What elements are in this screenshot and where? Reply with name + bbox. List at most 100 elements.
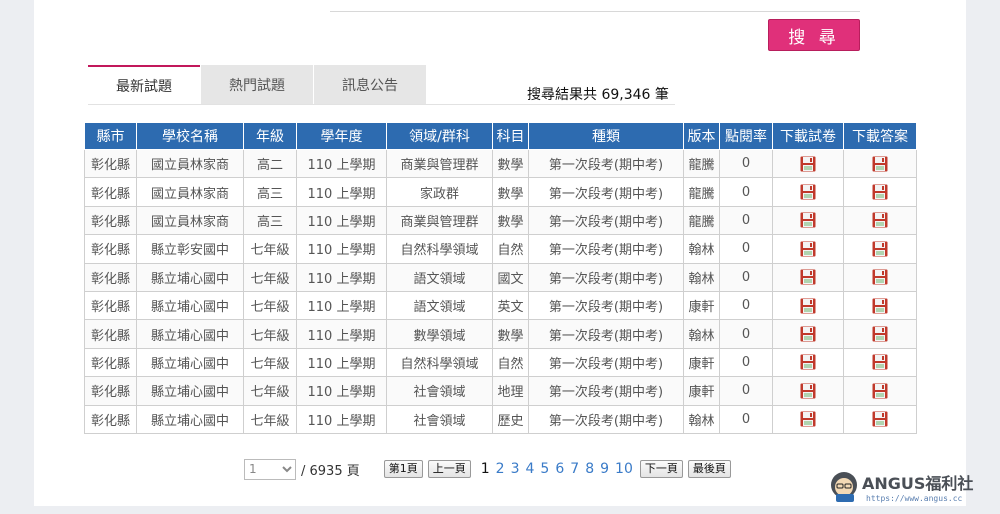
download-answer-cell [843, 376, 917, 406]
download-answer-icon[interactable] [872, 354, 888, 370]
grade-cell: 高二 [243, 148, 297, 179]
first-page-button[interactable]: 第1頁 [383, 460, 423, 478]
views-cell: 0 [719, 404, 773, 434]
school-cell: 縣立彰安國中 [136, 234, 244, 264]
edition-cell: 康軒 [683, 347, 720, 378]
download-answer-icon[interactable] [872, 269, 888, 285]
download-answer-cell [843, 177, 917, 207]
download-answer-cell [843, 347, 917, 378]
download-answer-icon[interactable] [872, 184, 888, 200]
download-answer-icon[interactable] [872, 156, 888, 172]
column-header-year: 學年度 [296, 122, 387, 150]
field-cell: 自然科學領域 [386, 347, 493, 378]
grade-cell: 七年級 [243, 319, 297, 349]
table-row: 彰化縣 國立員林家商 高三 110 上學期 家政群 數學 第一次段考(期中考) 龍騰 0 [84, 177, 917, 207]
download-exam-icon[interactable] [800, 326, 816, 342]
column-header-type: 種類 [528, 122, 684, 150]
column-header-grade: 年級 [243, 122, 297, 150]
school-cell: 縣立埔心國中 [136, 347, 244, 378]
tab-announcements[interactable]: 訊息公告 [314, 65, 426, 105]
subject-cell: 地理 [492, 376, 529, 406]
grade-cell: 高三 [243, 205, 297, 236]
download-answer-icon[interactable] [872, 326, 888, 342]
download-answer-cell [843, 290, 917, 321]
download-exam-cell [772, 177, 844, 207]
grade-cell: 七年級 [243, 376, 297, 406]
field-cell: 社會領域 [386, 404, 493, 434]
download-exam-icon[interactable] [800, 383, 816, 399]
pagination: 1 / 6935 頁 第1頁 上一頁 1 2 3 4 5 6 7 8 9 10 下一頁 最後頁 [244, 458, 736, 480]
type-cell: 第一次段考(期中考) [528, 148, 684, 179]
page-link-5[interactable]: 5 [540, 461, 549, 477]
next-page-button[interactable]: 下一頁 [639, 460, 683, 478]
download-answer-icon[interactable] [872, 298, 888, 314]
field-cell: 家政群 [386, 177, 493, 207]
download-answer-cell [843, 148, 917, 179]
year-cell: 110 上學期 [296, 205, 387, 236]
download-exam-icon[interactable] [800, 212, 816, 228]
page-link-2[interactable]: 2 [496, 461, 505, 477]
download-answer-icon[interactable] [872, 411, 888, 427]
download-exam-cell [772, 376, 844, 406]
subject-cell: 數學 [492, 148, 529, 179]
download-exam-icon[interactable] [800, 354, 816, 370]
views-cell: 0 [719, 177, 773, 207]
page-link-10[interactable]: 10 [615, 461, 633, 477]
page-link-3[interactable]: 3 [511, 461, 520, 477]
school-cell: 縣立埔心國中 [136, 290, 244, 321]
subject-cell: 自然 [492, 234, 529, 264]
school-cell: 縣立埔心國中 [136, 262, 244, 292]
download-exam-icon[interactable] [800, 411, 816, 427]
page-link-6[interactable]: 6 [555, 461, 564, 477]
download-exam-icon[interactable] [800, 156, 816, 172]
edition-cell: 康軒 [683, 290, 720, 321]
type-cell: 第一次段考(期中考) [528, 234, 684, 264]
column-header-county: 縣市 [84, 122, 137, 150]
views-cell: 0 [719, 290, 773, 321]
result-count: 搜尋結果共 69,346 筆 [527, 87, 669, 103]
type-cell: 第一次段考(期中考) [528, 290, 684, 321]
page-link-9[interactable]: 9 [600, 461, 609, 477]
download-exam-cell [772, 262, 844, 292]
download-answer-cell [843, 234, 917, 264]
page-select[interactable]: 1 [244, 458, 296, 480]
tab-latest[interactable]: 最新試題 [88, 65, 200, 105]
page-link-4[interactable]: 4 [526, 461, 535, 477]
county-cell: 彰化縣 [84, 148, 137, 179]
subject-cell: 數學 [492, 319, 529, 349]
download-answer-icon[interactable] [872, 383, 888, 399]
download-exam-icon[interactable] [800, 241, 816, 257]
download-answer-cell [843, 319, 917, 349]
download-answer-icon[interactable] [872, 241, 888, 257]
table-row: 彰化縣 縣立埔心國中 七年級 110 上學期 自然科學領域 自然 第一次段考(期中考) 康軒 0 [84, 347, 917, 378]
table-body: 彰化縣 國立員林家商 高二 110 上學期 商業與管理群 數學 第一次段考(期中考) 龍騰 0 彰… [84, 148, 917, 434]
download-answer-icon[interactable] [872, 212, 888, 228]
type-cell: 第一次段考(期中考) [528, 376, 684, 406]
tab-popular[interactable]: 熱門試題 [201, 65, 313, 105]
page-total: / 6935 頁 [301, 463, 360, 479]
school-cell: 國立員林家商 [136, 205, 244, 236]
download-answer-cell [843, 404, 917, 434]
field-cell: 語文領域 [386, 262, 493, 292]
last-page-button[interactable]: 最後頁 [687, 460, 731, 478]
download-exam-icon[interactable] [800, 184, 816, 200]
download-exam-icon[interactable] [800, 298, 816, 314]
school-cell: 縣立埔心國中 [136, 319, 244, 349]
school-cell: 縣立埔心國中 [136, 376, 244, 406]
page-link-8[interactable]: 8 [585, 461, 594, 477]
download-exam-icon[interactable] [800, 269, 816, 285]
results-table: 縣市 學校名稱 年級 學年度 領域/群科 科目 種類 版本 點閱率 下載試卷 下… [84, 122, 917, 434]
page-link-7[interactable]: 7 [570, 461, 579, 477]
column-header-subject: 科目 [492, 122, 529, 150]
watermark-url: https://www.angus.cc [866, 494, 963, 503]
views-cell: 0 [719, 205, 773, 236]
search-button[interactable]: 搜 尋 [768, 19, 860, 51]
watermark-brand: ANGUS福利社 [862, 474, 973, 493]
county-cell: 彰化縣 [84, 347, 137, 378]
type-cell: 第一次段考(期中考) [528, 347, 684, 378]
subject-cell: 數學 [492, 177, 529, 207]
views-cell: 0 [719, 262, 773, 292]
prev-page-button[interactable]: 上一頁 [427, 460, 471, 478]
table-row: 彰化縣 國立員林家商 高二 110 上學期 商業與管理群 數學 第一次段考(期中考) 龍騰 0 [84, 148, 917, 179]
page-link-1[interactable]: 1 [481, 461, 490, 477]
